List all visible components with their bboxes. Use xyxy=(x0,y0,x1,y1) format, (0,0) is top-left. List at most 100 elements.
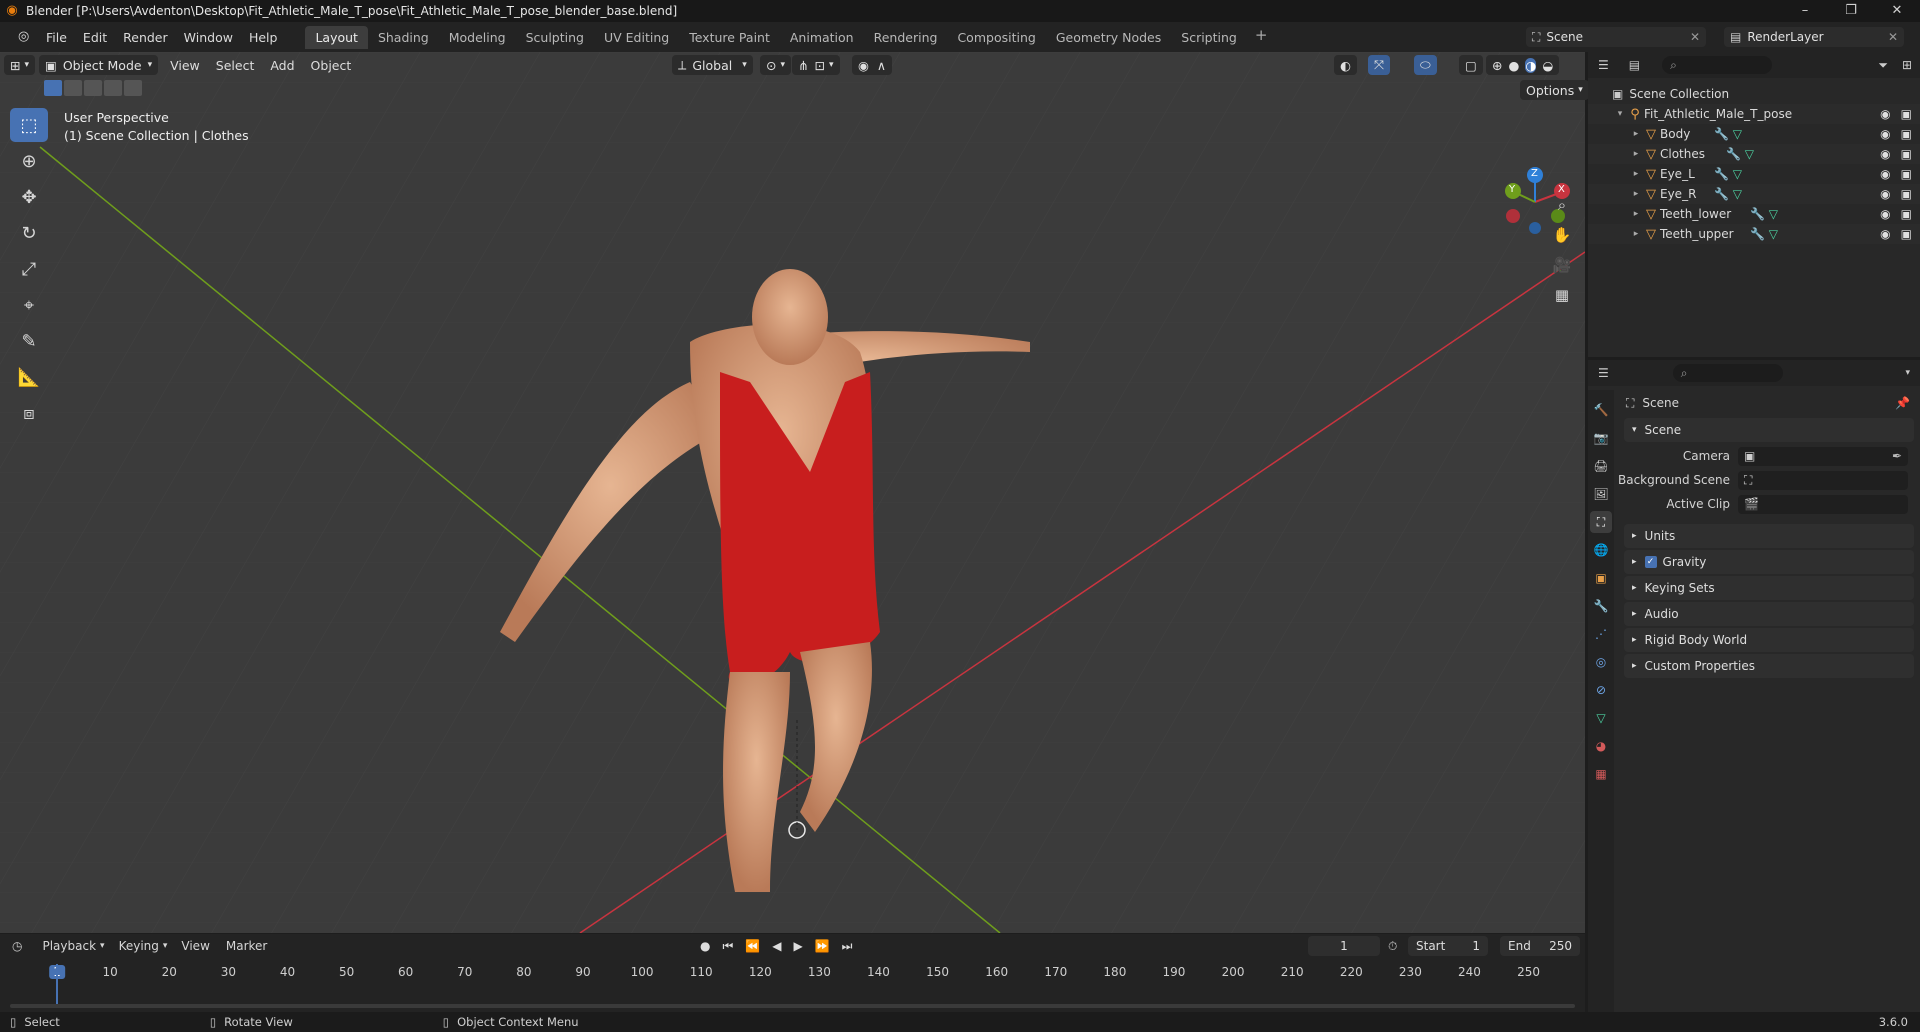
minimize-button[interactable]: – xyxy=(1782,0,1828,22)
gravity-panel-header[interactable]: ▸ ✓ Gravity xyxy=(1624,550,1914,574)
expand-icon[interactable]: ▸ xyxy=(1630,189,1642,199)
maximize-button[interactable]: ❐ xyxy=(1828,0,1874,22)
select-box-icon[interactable]: ⬚ xyxy=(10,108,48,142)
keying-sets-panel-header[interactable]: ▸ Keying Sets xyxy=(1624,576,1914,600)
viewport-menu-select[interactable]: Select xyxy=(208,58,263,73)
menu-window[interactable]: Window xyxy=(176,30,241,45)
tab-scripting[interactable]: Scripting xyxy=(1171,26,1247,49)
modifier-properties-icon[interactable]: 🔧 xyxy=(1590,595,1612,617)
menu-help[interactable]: Help xyxy=(241,30,286,45)
data-properties-icon[interactable]: ▽ xyxy=(1590,707,1612,729)
eye-icon[interactable]: ◉ xyxy=(1880,127,1890,141)
custom-properties-panel-header[interactable]: ▸ Custom Properties xyxy=(1624,654,1914,678)
list-item[interactable]: ▸ ▽ Clothes 🔧 ▽ ◉ ▣ xyxy=(1588,144,1920,164)
list-item[interactable]: ▸ ▽ Teeth_upper 🔧 ▽ ◉ ▣ xyxy=(1588,224,1920,244)
gravity-checkbox[interactable]: ✓ xyxy=(1644,556,1657,568)
tab-texture-paint[interactable]: Texture Paint xyxy=(679,26,780,49)
menu-file[interactable]: File xyxy=(38,30,75,45)
material-shading-icon[interactable]: ◑ xyxy=(1525,57,1537,73)
rigid-body-world-panel-header[interactable]: ▸ Rigid Body World xyxy=(1624,628,1914,652)
transform-orientation-selector[interactable]: ⟂ Global ▾ xyxy=(672,55,753,75)
options-button[interactable]: Options ▾ xyxy=(1520,80,1589,100)
visibility-button[interactable]: ◐ xyxy=(1334,55,1357,75)
eyedropper-icon[interactable]: ✒ xyxy=(1892,449,1902,463)
expand-icon[interactable]: ▸ xyxy=(1630,209,1642,219)
collapse-icon[interactable]: ▾ xyxy=(1614,109,1626,119)
end-frame-field[interactable]: End 250 xyxy=(1500,936,1580,956)
jump-keyframe-forward-icon[interactable]: ⏩ xyxy=(815,939,830,954)
timeline-menu-keying[interactable]: Keying xyxy=(119,939,159,953)
solid-shading-icon[interactable]: ● xyxy=(1508,58,1519,73)
measure-icon[interactable]: 📐 xyxy=(10,360,48,394)
eye-icon[interactable]: ◉ xyxy=(1880,107,1890,121)
audio-panel-header[interactable]: ▸ Audio xyxy=(1624,602,1914,626)
overlay-toggle-button[interactable]: ⬭ xyxy=(1414,55,1437,75)
timeline-menu-marker[interactable]: Marker xyxy=(226,939,267,953)
pivot-point-button[interactable]: ⊙ ▾ xyxy=(760,55,792,75)
world-properties-icon[interactable]: 🌐 xyxy=(1590,539,1612,561)
add-cube-icon[interactable]: ⧈ xyxy=(10,396,48,430)
tab-modeling[interactable]: Modeling xyxy=(439,26,516,49)
transform-icon[interactable]: ⌖ xyxy=(10,288,48,322)
timeline-editor-icon[interactable]: ◷ xyxy=(12,939,22,953)
outliner-editor-icon[interactable]: ☰ xyxy=(1598,58,1609,72)
expand-icon[interactable]: ▸ xyxy=(1630,169,1642,179)
filter-icon[interactable]: ⏷ xyxy=(1878,58,1888,73)
timeline-ruler[interactable]: 1102030405060708090100110120130140150160… xyxy=(0,962,1585,982)
playhead[interactable] xyxy=(56,964,58,1004)
output-properties-icon[interactable]: 🖨 xyxy=(1590,455,1612,477)
render-properties-icon[interactable]: 📷 xyxy=(1590,427,1612,449)
eye-icon[interactable]: ◉ xyxy=(1880,227,1890,241)
stopwatch-icon[interactable]: ⏱ xyxy=(1388,939,1397,954)
select-subtract-icon[interactable] xyxy=(84,80,102,96)
viewport-menu-object[interactable]: Object xyxy=(303,58,360,73)
timeline-menu-view[interactable]: View xyxy=(181,939,209,953)
camera-field[interactable]: ▣ ✒ xyxy=(1738,446,1908,466)
timeline-menu-playback[interactable]: Playback xyxy=(42,939,96,953)
display-mode-icon[interactable]: ▤ xyxy=(1629,58,1640,72)
xray-button[interactable]: ▢ xyxy=(1459,55,1483,75)
pan-hand-icon[interactable]: ✋ xyxy=(1549,222,1575,248)
eye-icon[interactable]: ◉ xyxy=(1880,207,1890,221)
scene-collection-row[interactable]: ▣ Scene Collection xyxy=(1588,84,1920,104)
scene-panel-header[interactable]: ▾ Scene xyxy=(1624,418,1914,442)
select-intersect-icon[interactable] xyxy=(124,80,142,96)
render-camera-icon[interactable]: ▣ xyxy=(1901,127,1912,141)
start-frame-field[interactable]: Start 1 xyxy=(1408,936,1488,956)
close-button[interactable]: ✕ xyxy=(1874,0,1920,22)
tab-layout[interactable]: Layout xyxy=(305,25,368,49)
background-scene-field[interactable]: ⛶ xyxy=(1738,470,1908,490)
jump-end-icon[interactable]: ⏭ xyxy=(842,939,853,954)
pin-icon[interactable]: 📌 xyxy=(1895,396,1910,410)
tab-sculpting[interactable]: Sculpting xyxy=(516,26,594,49)
tab-rendering[interactable]: Rendering xyxy=(864,26,948,49)
timeline-scrollbar[interactable] xyxy=(10,1004,1575,1008)
units-panel-header[interactable]: ▸ Units xyxy=(1624,524,1914,548)
jump-keyframe-back-icon[interactable]: ⏪ xyxy=(745,939,760,954)
view-layer-selector[interactable]: ▤ RenderLayer ✕ xyxy=(1724,27,1904,47)
render-camera-icon[interactable]: ▣ xyxy=(1901,167,1912,181)
properties-options-icon[interactable]: ▾ xyxy=(1905,368,1910,378)
eye-icon[interactable]: ◉ xyxy=(1880,187,1890,201)
viewport-menu-view[interactable]: View xyxy=(162,58,208,73)
render-camera-icon[interactable]: ▣ xyxy=(1901,147,1912,161)
tab-compositing[interactable]: Compositing xyxy=(947,26,1045,49)
render-camera-icon[interactable]: ▣ xyxy=(1901,187,1912,201)
properties-search-input[interactable]: ⌕ xyxy=(1672,364,1783,382)
pin-icon[interactable]: ✕ xyxy=(1690,30,1706,44)
camera-view-icon[interactable]: 🎥 xyxy=(1549,252,1575,278)
tab-animation[interactable]: Animation xyxy=(780,26,864,49)
render-camera-icon[interactable]: ▣ xyxy=(1901,227,1912,241)
current-frame-field[interactable]: 1 xyxy=(1308,936,1380,956)
list-item[interactable]: ▸ ▽ Body 🔧 ▽ ◉ ▣ xyxy=(1588,124,1920,144)
select-invert-icon[interactable] xyxy=(104,80,122,96)
eye-icon[interactable]: ◉ xyxy=(1880,167,1890,181)
outliner-search-input[interactable]: ⌕ xyxy=(1662,56,1773,74)
proportional-edit-button[interactable]: ◉ ∧ xyxy=(852,55,893,75)
gizmo-toggle-button[interactable]: ⤧ xyxy=(1368,55,1391,75)
tab-geometry-nodes[interactable]: Geometry Nodes xyxy=(1046,26,1171,49)
ortho-grid-icon[interactable]: ▦ xyxy=(1549,282,1575,308)
zoom-icon[interactable]: ⌕ xyxy=(1549,192,1575,218)
menu-render[interactable]: Render xyxy=(115,30,176,45)
add-workspace-button[interactable]: + xyxy=(1247,26,1276,49)
